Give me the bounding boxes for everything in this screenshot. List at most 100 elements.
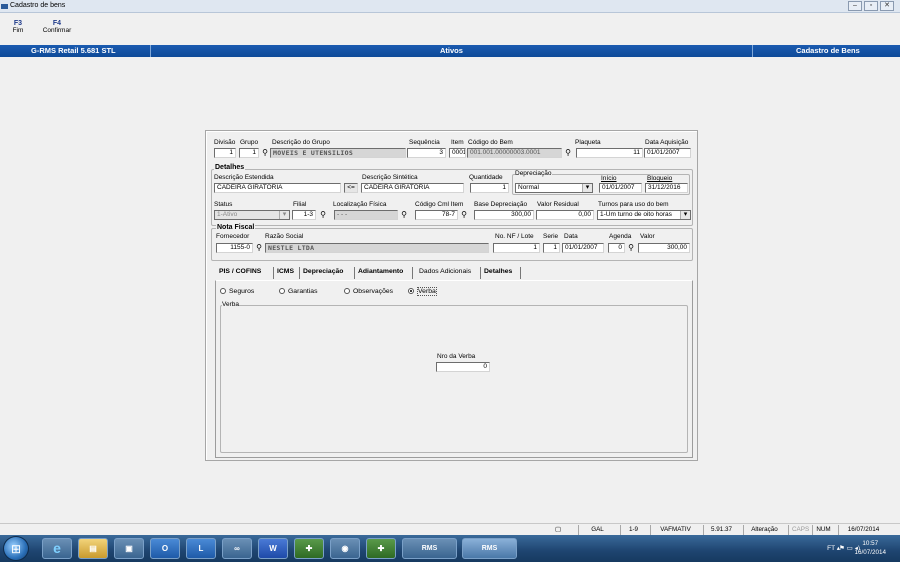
rms-taskbar-button[interactable]: RMS bbox=[402, 538, 457, 559]
copy-description-button[interactable]: <= bbox=[344, 183, 358, 193]
sequencia-field[interactable]: 3 bbox=[407, 148, 446, 158]
outlook-icon[interactable]: O bbox=[150, 538, 180, 559]
radio-seguros[interactable]: Seguros bbox=[220, 288, 254, 295]
localizacao-field[interactable]: - - - bbox=[334, 210, 398, 220]
valor-label: Valor bbox=[640, 233, 655, 240]
tab-detalhes[interactable]: Detalhes bbox=[484, 268, 512, 275]
binoculars-search-icon[interactable]: ⚲ bbox=[260, 148, 270, 157]
inicio-label: Início bbox=[601, 175, 617, 182]
cadastro-form: Divisão 1 Grupo 1 ⚲ Descrição do Grupo M… bbox=[205, 130, 698, 461]
serie-label: Serie bbox=[543, 233, 559, 240]
rms-taskbar-button-active[interactable]: RMS bbox=[462, 538, 517, 559]
grupo-field[interactable]: 1 bbox=[239, 148, 259, 158]
media-player-icon[interactable]: ▣ bbox=[114, 538, 144, 559]
close-button[interactable]: ✕ bbox=[880, 1, 894, 11]
tab-pis-cofins[interactable]: PIS / COFINS bbox=[219, 268, 261, 275]
binoculars-search-icon[interactable]: ⚲ bbox=[318, 210, 328, 219]
sequencia-label: Sequência bbox=[409, 139, 440, 146]
window-controls: – ▫ ✕ bbox=[848, 1, 894, 11]
depreciacao-select[interactable]: Normal bbox=[515, 183, 593, 193]
app-header-bar: G-RMS Retail 5.681 STL Ativos Cadastro d… bbox=[0, 45, 900, 57]
f4-key: F4 bbox=[52, 20, 62, 27]
window-title: Cadastro de bens bbox=[10, 2, 66, 9]
internet-explorer-icon[interactable]: e bbox=[42, 538, 72, 559]
binoculars-search-icon[interactable]: ⚲ bbox=[626, 243, 636, 252]
f3-fim-button[interactable]: F3 Fim bbox=[8, 20, 28, 34]
nf-data-label: Data bbox=[564, 233, 578, 240]
radio-garantias[interactable]: Garantias bbox=[279, 288, 317, 295]
filial-field[interactable]: 1-3 bbox=[292, 210, 316, 220]
desc-sintetica-label: Descrição Sintética bbox=[362, 174, 418, 181]
tab-separator bbox=[299, 267, 300, 279]
binoculars-search-icon[interactable]: ⚲ bbox=[399, 210, 409, 219]
item-label: Item bbox=[451, 139, 464, 146]
clock[interactable]: 10:57 16/07/2014 bbox=[854, 539, 886, 557]
status-label: Status bbox=[214, 201, 233, 208]
radio-indicator bbox=[344, 288, 350, 294]
tab-depreciacao[interactable]: Depreciação bbox=[303, 268, 343, 275]
radio-verba[interactable]: Verba bbox=[408, 287, 437, 296]
radio-observacoes-label: Observações bbox=[353, 288, 394, 295]
radio-verba-label: Verba bbox=[417, 287, 437, 296]
verba-group-title: Verba bbox=[222, 301, 239, 308]
nf-lote-field[interactable]: 1 bbox=[493, 243, 540, 253]
status-select[interactable]: 1-Ativo bbox=[214, 210, 290, 220]
desc-estendida-field[interactable]: CADEIRA GIRATORIA bbox=[214, 183, 341, 193]
f3-label: Fim bbox=[12, 27, 24, 34]
base-dep-field[interactable]: 300,00 bbox=[474, 210, 534, 220]
meeting-icon[interactable]: ∞ bbox=[222, 538, 252, 559]
agenda-field[interactable]: 0 bbox=[608, 243, 625, 253]
nf-data-field[interactable]: 01/01/2007 bbox=[562, 243, 604, 253]
razao-social-field: NESTLE LTDA bbox=[265, 243, 489, 253]
radio-garantias-label: Garantias bbox=[288, 288, 318, 295]
start-button[interactable]: ⊞ bbox=[3, 536, 29, 561]
desc-sintetica-field[interactable]: CADEIRA GIRATORIA bbox=[361, 183, 464, 193]
item-field[interactable]: 0001 bbox=[449, 148, 466, 158]
valor-field[interactable]: 300,00 bbox=[638, 243, 690, 253]
status-filial: 1-9 bbox=[620, 525, 646, 535]
bloqueio-label: Bloqueio bbox=[647, 175, 673, 182]
nro-verba-label: Nro da Verba bbox=[437, 353, 476, 360]
grupo-label: Grupo bbox=[240, 139, 259, 146]
radio-observacoes[interactable]: Observações bbox=[344, 288, 393, 295]
window-titlebar: Cadastro de bens – ▫ ✕ bbox=[0, 0, 900, 13]
data-aquisicao-field[interactable]: 01/01/2007 bbox=[644, 148, 691, 158]
quantidade-field[interactable]: 1 bbox=[470, 183, 509, 193]
fornecedor-field[interactable]: 1155-0 bbox=[216, 243, 253, 253]
valor-residual-field[interactable]: 0,00 bbox=[536, 210, 594, 220]
serie-field[interactable]: 1 bbox=[543, 243, 560, 253]
data-aquisicao-label: Data Aquisição bbox=[645, 139, 689, 146]
screen-name: Cadastro de Bens bbox=[796, 46, 860, 55]
maximize-button[interactable]: ▫ bbox=[864, 1, 878, 11]
localizacao-label: Localização Física bbox=[333, 201, 387, 208]
plaqueta-label: Plaqueta bbox=[575, 139, 601, 146]
inicio-field[interactable]: 01/01/2007 bbox=[599, 183, 642, 193]
app-icon[interactable]: ✚ bbox=[294, 538, 324, 559]
lync-icon[interactable]: L bbox=[186, 538, 216, 559]
lync-app-icon[interactable]: ◉ bbox=[330, 538, 360, 559]
header-divider bbox=[150, 45, 151, 57]
binoculars-search-icon[interactable]: ⚲ bbox=[459, 210, 469, 219]
radio-indicator bbox=[220, 288, 226, 294]
tab-dados-adicionais[interactable]: Dados Adicionais bbox=[419, 268, 471, 275]
desc-estendida-label: Descrição Estendida bbox=[214, 174, 274, 181]
minimize-button[interactable]: – bbox=[848, 1, 862, 11]
clipboard-icon[interactable]: ▢ bbox=[552, 525, 564, 535]
turnos-select[interactable]: 1-Um turno de oito horas bbox=[597, 210, 691, 220]
app2-icon[interactable]: ✚ bbox=[366, 538, 396, 559]
bloqueio-field[interactable]: 31/12/2016 bbox=[645, 183, 688, 193]
binoculars-search-icon[interactable]: ⚲ bbox=[563, 148, 573, 157]
nro-verba-field[interactable]: 0 bbox=[436, 362, 490, 372]
tab-icms[interactable]: ICMS bbox=[277, 268, 294, 275]
plaqueta-field[interactable]: 11 bbox=[576, 148, 643, 158]
status-caps: CAPS bbox=[788, 525, 812, 535]
word-icon[interactable]: W bbox=[258, 538, 288, 559]
file-explorer-icon[interactable]: ▤ bbox=[78, 538, 108, 559]
tab-adiantamento[interactable]: Adiantamento bbox=[358, 268, 403, 275]
divisao-field[interactable]: 1 bbox=[214, 148, 236, 158]
codigo-cml-field[interactable]: 78-7 bbox=[415, 210, 458, 220]
clock-date: 16/07/2014 bbox=[854, 549, 886, 556]
desc-grupo-field: MOVEIS E UTENSILIOS bbox=[270, 148, 406, 158]
binoculars-search-icon[interactable]: ⚲ bbox=[254, 243, 264, 252]
f4-confirmar-button[interactable]: F4 Confirmar bbox=[38, 20, 76, 34]
